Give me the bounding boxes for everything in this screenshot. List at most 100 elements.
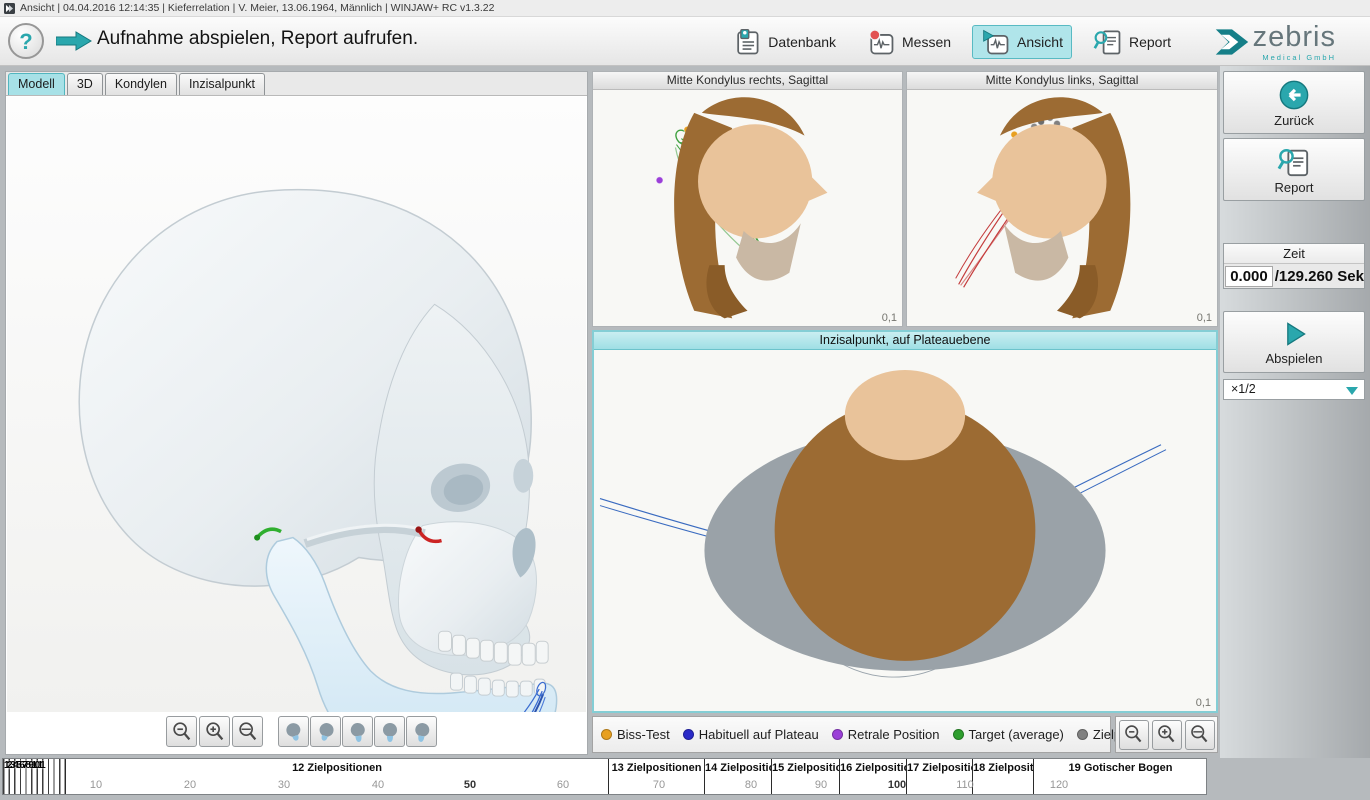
legend-dot-icon <box>953 729 964 740</box>
back-button[interactable]: Zurück <box>1223 71 1365 134</box>
play-button[interactable]: Abspielen <box>1223 311 1365 373</box>
skull-eye-socket-far <box>513 459 533 493</box>
back-arrow-icon <box>1278 79 1310 111</box>
legend-label: Target (average) <box>969 727 1064 742</box>
timeline-ticks: 102030405060708090100110120 <box>3 759 1206 794</box>
time-panel: Zeit 0.000 /129.260 Sek <box>1223 243 1365 289</box>
database-icon <box>732 26 762 58</box>
nav-datenbank-button[interactable]: Datenbank <box>723 25 845 59</box>
legend-dot-icon <box>1077 729 1088 740</box>
report-button-label: Report <box>1274 180 1313 195</box>
head-top-view-icon <box>594 350 1216 711</box>
scale-label: 0,1 <box>1196 697 1211 709</box>
skull-view-front-button[interactable] <box>374 716 405 747</box>
header-bar: ? Aufnahme abspielen, Report aufrufen. D… <box>0 17 1370 66</box>
skull-view-front-left-icon <box>347 721 369 743</box>
chevron-down-icon <box>1346 387 1358 395</box>
instruction-text: Aufnahme abspielen, Report aufrufen. <box>97 28 418 50</box>
charts-region: Mitte Kondylus rechts, Sagittal <box>592 71 1218 755</box>
skull-view-front-icon <box>379 721 401 743</box>
timeline-tick: 90 <box>815 779 827 791</box>
report-magnifier-icon <box>1277 146 1311 178</box>
playback-speed-select[interactable]: ×1/2 <box>1223 379 1365 400</box>
timeline-tick: 20 <box>184 779 196 791</box>
timeline-tick: 10 <box>90 779 102 791</box>
model-zoom-reset-button[interactable] <box>232 716 263 747</box>
legend-dot-icon <box>601 729 612 740</box>
chart-condyle-left-title: Mitte Kondylus links, Sagittal <box>907 72 1217 90</box>
chart-incisal-panel: Inzisalpunkt, auf Plateauebene <box>592 330 1218 713</box>
chart-zoom-out-button[interactable] <box>1119 720 1149 750</box>
nav-datenbank-label: Datenbank <box>768 34 836 50</box>
skull-view-front-right-button[interactable] <box>406 716 437 747</box>
chart-condyle-left-panel: Mitte Kondylus links, Sagittal <box>906 71 1218 327</box>
timeline-tick: 40 <box>372 779 384 791</box>
help-button[interactable]: ? <box>8 23 44 59</box>
timeline-bar[interactable]: 12 Zielpositionen13 Zielpositionen14 Zie… <box>2 758 1207 795</box>
legend-dot-icon <box>832 729 843 740</box>
tab-inzisalpunkt[interactable]: Inzisalpunkt <box>179 73 265 95</box>
chart-condyle-right-plot[interactable]: 0,1 <box>593 90 902 326</box>
magnifier-minus-icon <box>170 720 194 744</box>
chart-condyle-right-panel: Mitte Kondylus rechts, Sagittal <box>592 71 903 327</box>
window-title: Ansicht | 04.04.2016 12:14:35 | Kieferre… <box>20 2 494 14</box>
model-tabs: Modell 3D Kondylen Inzisalpunkt <box>6 72 587 96</box>
chart-zoom-in-button[interactable] <box>1152 720 1182 750</box>
skull-view-right-button[interactable] <box>310 716 341 747</box>
legend-item: Retrale Position <box>832 727 940 742</box>
model-zoom-in-button[interactable] <box>199 716 230 747</box>
play-button-label: Abspielen <box>1265 351 1322 366</box>
legend-label: Retrale Position <box>848 727 940 742</box>
magnifier-minus-icon <box>1122 723 1145 746</box>
time-total-label: /129.260 Sek <box>1275 268 1364 285</box>
chart-condyle-right-title: Mitte Kondylus rechts, Sagittal <box>593 72 902 90</box>
skull-view-left-icon <box>283 721 305 743</box>
time-panel-title: Zeit <box>1224 244 1364 264</box>
timeline-tick: 50 <box>464 779 476 791</box>
legend-label: Habituell auf Plateau <box>699 727 819 742</box>
skull-view-front-left-button[interactable] <box>342 716 373 747</box>
condyle-marker-right-red-dot <box>415 526 421 532</box>
chart-zoom-reset-button[interactable] <box>1185 720 1215 750</box>
chart-incisal-plot[interactable]: 0,1 <box>594 350 1216 711</box>
tab-kondylen[interactable]: Kondylen <box>105 73 177 95</box>
face-profile-right-icon <box>593 90 902 326</box>
play-icon <box>1279 319 1309 349</box>
app-icon <box>4 3 15 14</box>
time-current-field[interactable]: 0.000 <box>1225 266 1273 287</box>
condyle-marker-left-green-dot <box>254 535 260 541</box>
tab-3d[interactable]: 3D <box>67 73 103 95</box>
nav-ansicht-button[interactable]: Ansicht <box>972 25 1072 59</box>
legend-item: Biss-Test <box>601 727 670 742</box>
nav-messen-button[interactable]: Messen <box>857 25 960 59</box>
skull-view-left-button[interactable] <box>278 716 309 747</box>
chart-condyle-left-plot[interactable]: 0,1 <box>907 90 1217 326</box>
skull-3d-viewport[interactable] <box>7 97 586 712</box>
measure-icon <box>866 26 896 58</box>
playback-speed-value: ×1/2 <box>1231 382 1256 396</box>
window-titlebar: Ansicht | 04.04.2016 12:14:35 | Kieferre… <box>0 0 1370 17</box>
legend-label: Biss-Test <box>617 727 670 742</box>
magnifier-fit-icon <box>236 720 260 744</box>
skull-view-front-right-icon <box>411 721 433 743</box>
zebris-subtitle: Medical GmbH <box>1253 53 1336 62</box>
main-nav: Datenbank Messen Ansicht <box>723 25 1180 59</box>
nav-messen-label: Messen <box>902 34 951 50</box>
nav-ansicht-label: Ansicht <box>1017 34 1063 50</box>
tab-modell[interactable]: Modell <box>8 73 65 95</box>
timeline-tick: 100 <box>888 779 906 791</box>
timeline-tick: 120 <box>1050 779 1068 791</box>
model-toolbar <box>6 716 587 750</box>
zebris-logo-icon <box>1214 24 1250 60</box>
chart-incisal-title: Inzisalpunkt, auf Plateauebene <box>594 332 1216 350</box>
model-zoom-out-button[interactable] <box>166 716 197 747</box>
report-button[interactable]: Report <box>1223 138 1365 201</box>
timeline-tick: 70 <box>653 779 665 791</box>
nav-report-button[interactable]: Report <box>1084 25 1180 59</box>
scale-label: 0,1 <box>882 312 897 324</box>
report-icon <box>1093 26 1123 58</box>
timeline-tick: 60 <box>557 779 569 791</box>
skull-3d-render <box>15 97 575 712</box>
face-profile-left-icon <box>902 90 1212 326</box>
model-panel: Modell 3D Kondylen Inzisalpunkt <box>5 71 588 755</box>
